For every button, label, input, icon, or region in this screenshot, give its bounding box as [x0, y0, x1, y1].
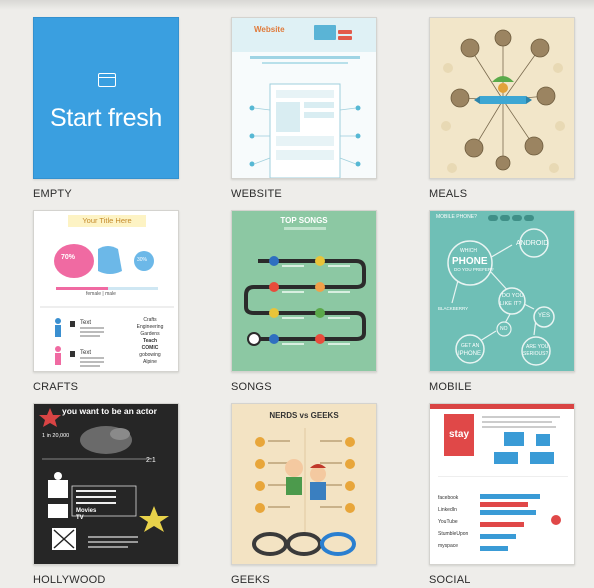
template-website[interactable]: Website: [231, 17, 377, 179]
template-label-empty: EMPTY: [33, 188, 72, 200]
mobile-word: ANDROID: [516, 240, 549, 247]
mobile-thumbnail: [447, 215, 555, 366]
social-row-label: facebook: [438, 495, 459, 501]
crafts-word: gobowing: [139, 352, 161, 358]
mobile-word: ARE YOU: [526, 344, 549, 350]
template-songs[interactable]: TOP SONGS: [231, 210, 377, 372]
crafts-word: Engineering: [136, 324, 164, 330]
hollywood-thumb-ratio: 2:1: [146, 457, 156, 464]
mobile-word: BLACKBERRY: [438, 306, 469, 311]
start-fresh-text: Start fresh: [49, 104, 163, 132]
template-label-crafts: CRAFTS: [33, 381, 79, 393]
crafts-thumb-percent-2: 30%: [137, 257, 148, 263]
mobile-word: LIKE IT?: [500, 301, 522, 307]
mobile-word: WHICH: [460, 248, 477, 254]
template-meals[interactable]: [429, 17, 575, 179]
meals-thumbnail: [441, 29, 565, 173]
mobile-word: SERIOUS?: [523, 351, 549, 357]
hollywood-word: TV: [76, 515, 84, 521]
mobile-word: IPHONE: [458, 351, 482, 357]
mobile-word: MOBILE PHONE?: [436, 214, 477, 220]
hollywood-thumbnail: [39, 408, 169, 550]
social-row-label: myspace: [438, 543, 459, 549]
website-thumb-title: Website: [254, 25, 285, 34]
template-crafts[interactable]: Your Title Here 70% 30% female | male Te…: [33, 210, 179, 372]
template-label-hollywood: HOLLYWOOD: [33, 574, 106, 586]
social-thumb-title: stay: [449, 429, 470, 440]
template-mobile[interactable]: MOBILE PHONE? ANDROID WHICH PHONE DO YOU…: [429, 210, 575, 372]
crafts-thumb-percent: 70%: [61, 254, 76, 261]
mobile-word: YES: [538, 313, 551, 319]
mobile-word: GET AN: [461, 343, 480, 349]
template-social[interactable]: stay facebook LinkedIn YouTube StumbleUp…: [429, 403, 575, 565]
template-label-website: WEBSITE: [231, 188, 282, 200]
crafts-word: Alpine: [143, 359, 157, 365]
mobile-word: PHONE: [452, 256, 488, 267]
geeks-thumbnail: [252, 428, 356, 556]
template-label-songs: SONGS: [231, 381, 272, 393]
crafts-word: Crafts: [143, 317, 157, 323]
social-thumb-rows: facebook LinkedIn YouTube StumbleUpon my…: [438, 492, 468, 552]
template-label-social: SOCIAL: [429, 574, 471, 586]
mobile-word: DO YOU PREFER?: [454, 267, 494, 272]
template-gallery: Start fresh EMPTY Website WEBSITE MEALS …: [0, 0, 594, 588]
template-label-meals: MEALS: [429, 188, 468, 200]
template-empty[interactable]: Start fresh: [33, 17, 179, 179]
crafts-word: Teach: [142, 338, 158, 344]
website-thumbnail: Website: [232, 18, 376, 178]
social-row-label: LinkedIn: [438, 507, 457, 513]
crafts-thumb-words: Crafts Engineering Gardens Teach COMIC g…: [130, 317, 170, 366]
window-icon: [98, 73, 116, 87]
crafts-thumb-legend: female | male: [86, 291, 116, 297]
hollywood-thumb-stat: 1 in 20,000: [42, 433, 70, 439]
social-row-label: StumbleUpon: [438, 531, 469, 537]
crafts-word: COMIC: [141, 345, 159, 351]
songs-thumbnail: [244, 227, 366, 346]
template-label-geeks: GEEKS: [231, 574, 270, 586]
template-geeks[interactable]: NERDS vs GEEKS: [231, 403, 377, 565]
mobile-word: NO: [500, 326, 508, 332]
template-hollywood[interactable]: you want to be an actor 1 in 20,000 2:1 …: [33, 403, 179, 565]
social-row-label: YouTube: [438, 519, 458, 525]
template-label-mobile: MOBILE: [429, 381, 472, 393]
crafts-thumb-item-1: Text: [80, 320, 92, 326]
crafts-word: Gardens: [140, 331, 160, 337]
hollywood-word: Movies: [76, 508, 97, 514]
crafts-thumb-item-2: Text: [80, 350, 92, 356]
mobile-word: DO YOU: [502, 293, 524, 299]
